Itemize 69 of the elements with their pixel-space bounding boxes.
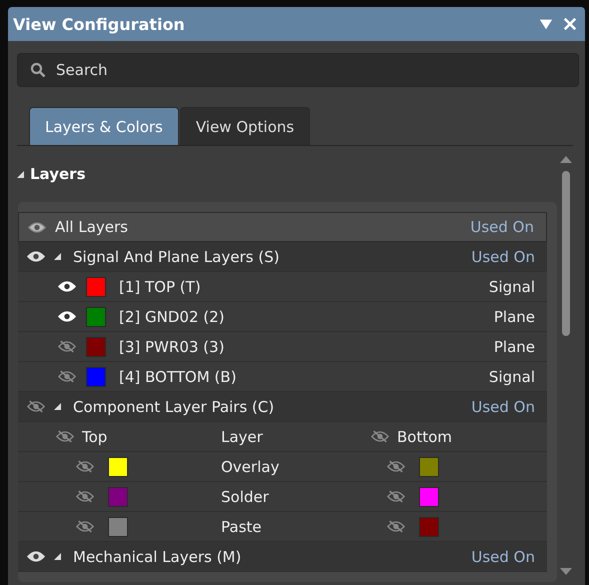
used-on-label: Used On: [471, 548, 535, 566]
hidden-eye-icon[interactable]: [56, 430, 74, 443]
hidden-eye-icon[interactable]: [76, 520, 94, 533]
color-swatch[interactable]: [108, 486, 128, 506]
group-row[interactable]: Signal And Plane Layers (S) Used On: [18, 242, 547, 272]
expand-triangle-icon[interactable]: [54, 553, 61, 560]
tab[interactable]: Layers & Colors: [29, 107, 179, 145]
hidden-eye-icon[interactable]: [387, 490, 405, 503]
layer-row[interactable]: [1] TOP (T) Signal: [18, 272, 547, 302]
layer-type: Signal: [488, 278, 535, 296]
layer-row[interactable]: [3] PWR03 (3) Plane: [18, 332, 547, 362]
group-label: Mechanical Layers (M): [73, 548, 242, 566]
layer-row[interactable]: [2] GND02 (2) Plane: [18, 302, 547, 332]
layer-pair-row[interactable]: Paste: [18, 512, 547, 542]
close-icon[interactable]: [563, 17, 577, 31]
tab[interactable]: View Options: [180, 107, 310, 145]
hidden-eye-icon[interactable]: [387, 460, 405, 473]
expand-triangle-icon[interactable]: [17, 170, 24, 178]
layer-name: [2] GND02 (2): [119, 308, 226, 326]
hidden-eye-icon[interactable]: [58, 370, 76, 383]
scrollbar-thumb[interactable]: [562, 171, 570, 336]
layer-type: Plane: [494, 338, 535, 356]
layer-pair-row[interactable]: Solder: [18, 482, 547, 512]
layer-name: [3] PWR03 (3): [119, 338, 226, 356]
section-title: Layers: [30, 165, 86, 183]
scroll-down-icon[interactable]: [560, 568, 572, 575]
color-swatch[interactable]: [86, 366, 106, 386]
hidden-eye-icon[interactable]: [76, 460, 94, 473]
used-on-label: Used On: [471, 398, 535, 416]
window-title: View Configuration: [13, 14, 186, 34]
column-header: Layer: [221, 428, 264, 446]
hidden-eye-icon[interactable]: [76, 490, 94, 503]
hidden-eye-icon[interactable]: [371, 430, 389, 443]
color-swatch[interactable]: [419, 516, 439, 536]
layer-name: Paste: [221, 518, 262, 536]
color-swatch[interactable]: [86, 276, 106, 296]
group-row[interactable]: Component Layer Pairs (C) Used On: [18, 392, 547, 422]
scroll-up-icon[interactable]: [560, 156, 572, 163]
all-layers-row[interactable]: All Layers Used On: [18, 212, 547, 242]
color-swatch[interactable]: [108, 456, 128, 476]
color-swatch[interactable]: [419, 486, 439, 506]
color-swatch[interactable]: [86, 336, 106, 356]
column-header: Top: [82, 428, 108, 446]
used-on-label: Used On: [470, 218, 534, 236]
layer-name: [4] BOTTOM (B): [119, 368, 238, 386]
row-label: All Layers: [55, 218, 130, 236]
search-icon: [30, 62, 46, 78]
color-swatch[interactable]: [419, 456, 439, 476]
group-label: Signal And Plane Layers (S): [73, 248, 280, 266]
layer-type: Signal: [488, 368, 535, 386]
hidden-eye-icon[interactable]: [387, 520, 405, 533]
layer-row[interactable]: [4] BOTTOM (B) Signal: [18, 362, 547, 392]
color-swatch[interactable]: [86, 306, 106, 326]
dropdown-icon[interactable]: [539, 17, 553, 31]
layer-name: [1] TOP (T): [119, 278, 202, 296]
used-on-label: Used On: [471, 248, 535, 266]
group-row[interactable]: Mechanical Layers (M) Used On: [18, 542, 547, 572]
search-field[interactable]: Search: [17, 53, 579, 87]
layer-name: Overlay: [221, 458, 280, 476]
expand-triangle-icon[interactable]: [54, 253, 61, 260]
column-header: Bottom: [397, 428, 452, 446]
color-swatch[interactable]: [108, 516, 128, 536]
layer-name: Solder: [221, 488, 270, 506]
hidden-eye-icon[interactable]: [27, 400, 45, 413]
expand-triangle-icon[interactable]: [54, 403, 61, 410]
layer-pair-row[interactable]: Overlay: [18, 452, 547, 482]
hidden-eye-icon[interactable]: [58, 340, 76, 353]
group-label: Component Layer Pairs (C): [73, 398, 276, 416]
layer-type: Plane: [494, 308, 535, 326]
